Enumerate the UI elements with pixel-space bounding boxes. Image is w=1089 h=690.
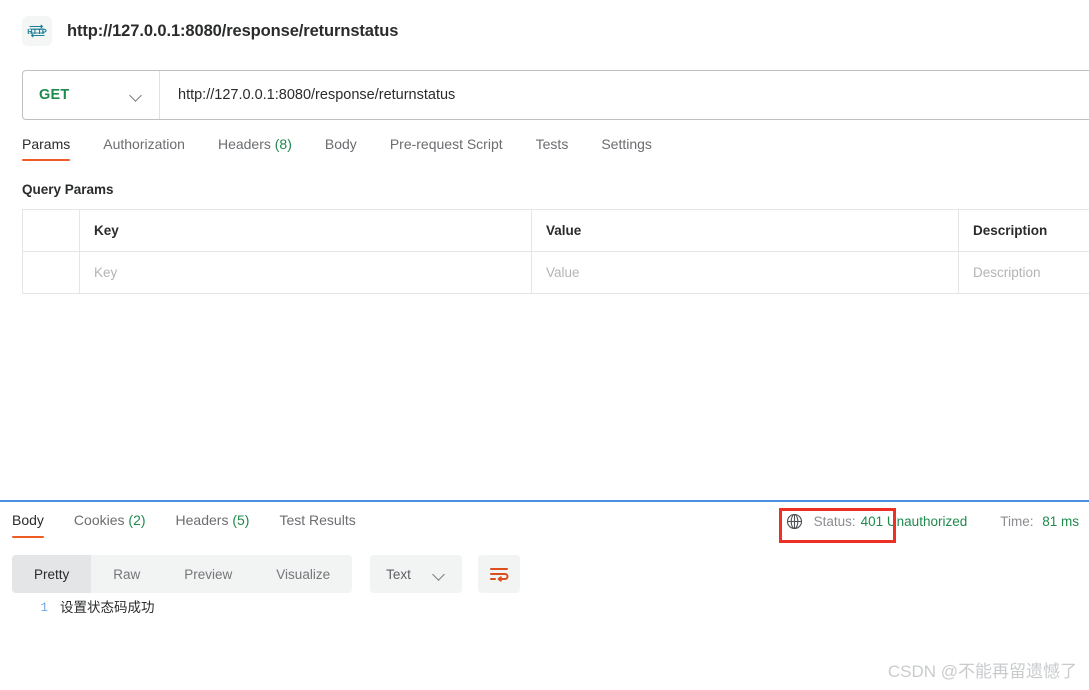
response-body-line: 设置状态码成功 <box>60 600 155 615</box>
pane-splitter[interactable] <box>0 500 1089 502</box>
http-icon: HTTP <box>22 16 52 46</box>
tab-test-results-label: Test Results <box>279 512 356 528</box>
column-header-description: Description <box>959 210 1089 251</box>
tab-tests[interactable]: Tests <box>536 136 569 161</box>
tab-authorization[interactable]: Authorization <box>103 136 185 161</box>
tab-test-results[interactable]: Test Results <box>279 512 355 538</box>
tab-params[interactable]: Params <box>22 136 71 161</box>
query-params-heading: Query Params <box>22 182 114 197</box>
word-wrap-icon <box>489 568 509 582</box>
response-format-label: Text <box>386 566 411 582</box>
tab-pre-request-script[interactable]: Pre-request Script <box>390 136 503 161</box>
table-header-row: Key Value Description <box>23 210 1089 252</box>
tab-tests-label: Tests <box>535 136 569 152</box>
response-time: Time: 81 ms <box>1000 514 1079 529</box>
http-method-label: GET <box>39 87 70 103</box>
tab-response-headers-count: (5) <box>232 512 250 528</box>
time-value: 81 ms <box>1042 514 1079 529</box>
response-status-strip: Status: 401 Unauthorized Time: 81 ms <box>786 513 1079 530</box>
svg-text:HTTP: HTTP <box>27 27 47 36</box>
response-body-viewer[interactable]: 1 设置状态码成功 <box>12 598 1072 618</box>
response-view-mode-group: Pretty Raw Preview Visualize <box>12 555 353 593</box>
tab-body-label: Body <box>324 136 357 152</box>
tab-response-headers[interactable]: Headers (5) <box>176 512 250 538</box>
page-title: http://127.0.0.1:8080/response/returnsta… <box>67 21 399 40</box>
tab-settings[interactable]: Settings <box>601 136 652 161</box>
status-badge: 401 Unauthorized <box>860 514 968 529</box>
request-tab-bar: Params Authorization Headers (8) Body Pr… <box>22 136 685 168</box>
tab-headers[interactable]: Headers (8) <box>218 136 292 161</box>
tab-response-body-label: Body <box>12 512 44 528</box>
tab-response-cookies[interactable]: Cookies (2) <box>74 512 146 538</box>
column-header-key: Key <box>80 210 532 251</box>
tab-body[interactable]: Body <box>325 136 357 161</box>
tab-pre-request-script-label: Pre-request Script <box>389 136 503 152</box>
request-title-bar: HTTP http://127.0.0.1:8080/response/retu… <box>0 0 1089 62</box>
view-mode-pretty[interactable]: Pretty <box>12 555 92 593</box>
response-tab-bar: Body Cookies (2) Headers (5) Test Result… <box>12 512 386 538</box>
tab-response-cookies-count: (2) <box>128 512 146 528</box>
postman-window: HTTP http://127.0.0.1:8080/response/retu… <box>0 0 1089 690</box>
view-mode-raw[interactable]: Raw <box>91 555 162 593</box>
query-params-table: Key Value Description Key Value Descript… <box>22 209 1089 294</box>
column-header-select <box>23 210 80 251</box>
tab-response-headers-label: Headers <box>175 512 229 528</box>
tab-authorization-label: Authorization <box>103 136 185 152</box>
tab-headers-count: (8) <box>274 136 292 152</box>
response-view-toolbar: Pretty Raw Preview Visualize Text <box>12 555 520 593</box>
tab-response-cookies-label: Cookies <box>73 512 125 528</box>
chevron-down-icon <box>130 89 143 102</box>
tab-params-label: Params <box>22 136 71 152</box>
view-mode-visualize[interactable]: Visualize <box>254 555 352 593</box>
table-row[interactable]: Key Value Description <box>23 252 1089 294</box>
request-url-input[interactable]: http://127.0.0.1:8080/response/returnsta… <box>160 71 1089 119</box>
tab-settings-label: Settings <box>601 136 652 152</box>
param-description-input[interactable]: Description <box>959 252 1089 293</box>
param-key-input[interactable]: Key <box>80 252 532 293</box>
response-format-selector[interactable]: Text <box>370 555 462 593</box>
chevron-down-icon <box>433 568 446 581</box>
watermark: CSDN @不能再留遗憾了 <box>887 662 1077 681</box>
word-wrap-button[interactable] <box>477 555 520 593</box>
row-checkbox-cell[interactable] <box>23 252 80 293</box>
request-url-bar: GET http://127.0.0.1:8080/response/retur… <box>22 70 1089 120</box>
tab-headers-label: Headers <box>217 136 271 152</box>
line-number: 1 <box>40 601 48 615</box>
time-label: Time: <box>1000 514 1034 529</box>
column-header-value: Value <box>532 210 959 251</box>
param-value-input[interactable]: Value <box>532 252 959 293</box>
tab-response-body[interactable]: Body <box>12 512 44 538</box>
http-method-selector[interactable]: GET <box>23 71 160 119</box>
status-label: Status: <box>813 514 856 529</box>
view-mode-preview[interactable]: Preview <box>162 555 254 593</box>
globe-icon <box>786 513 803 530</box>
